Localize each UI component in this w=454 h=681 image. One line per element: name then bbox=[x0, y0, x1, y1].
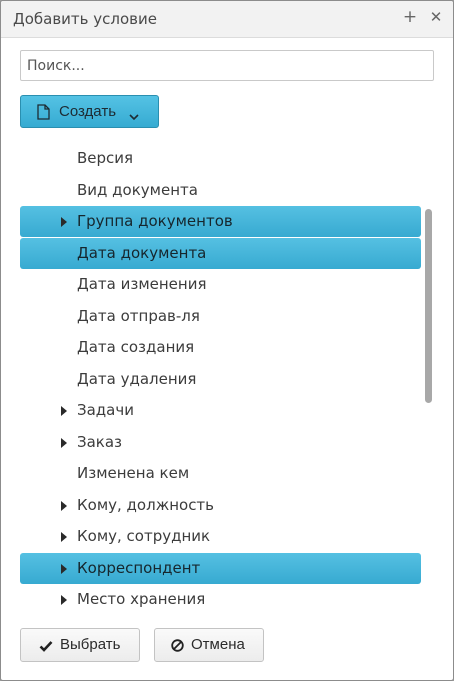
list-item-label: Место хранения bbox=[77, 590, 206, 608]
expand-caret-icon[interactable] bbox=[61, 437, 67, 448]
cancel-button[interactable]: Отмена bbox=[154, 628, 264, 662]
list-item-label: Кому, должность bbox=[77, 495, 215, 514]
create-button-label: Создать bbox=[59, 103, 117, 120]
chevron-down-icon bbox=[129, 108, 139, 125]
expand-caret-icon[interactable] bbox=[61, 532, 67, 542]
list-item-label: Вид документа bbox=[77, 180, 198, 199]
expand-caret-icon[interactable] bbox=[61, 406, 67, 416]
list-item-label: Дата удаления bbox=[77, 369, 197, 388]
list-item-label: Группа документов bbox=[77, 212, 233, 230]
field-list: Версия Вид документа Группа документов Дата… bbox=[20, 143, 422, 615]
list-item[interactable]: Место хранения bbox=[20, 584, 421, 615]
list-item-label: Дата документа bbox=[77, 243, 207, 262]
expand-caret-icon[interactable] bbox=[61, 500, 67, 511]
expand-caret-icon[interactable] bbox=[61, 563, 67, 574]
list-item[interactable]: Кому, сотрудник bbox=[20, 521, 421, 552]
list-item[interactable]: Дата документа bbox=[20, 237, 421, 269]
search-input[interactable] bbox=[20, 50, 434, 81]
expand-caret-icon[interactable] bbox=[61, 217, 67, 227]
list-item-label: Заказ bbox=[77, 432, 123, 451]
list-item-label: Версия bbox=[77, 149, 134, 167]
dialog-title: Добавить условие bbox=[13, 10, 157, 28]
list-item[interactable]: Вид документа bbox=[20, 175, 421, 206]
list-item[interactable]: Изменена кем bbox=[20, 458, 421, 489]
list-item[interactable]: Задачи bbox=[20, 395, 421, 426]
list-scrollbar[interactable] bbox=[425, 209, 432, 403]
check-icon bbox=[39, 639, 53, 656]
cancel-button-label: Отмена bbox=[191, 636, 245, 653]
list-item[interactable]: Дата создания bbox=[20, 332, 421, 363]
list-item[interactable]: Группа документов bbox=[20, 206, 421, 237]
add-condition-dialog: Добавить условие + ✕ Создать Версия Вид д… bbox=[0, 0, 454, 681]
list-item-label: Дата изменения bbox=[77, 275, 207, 293]
cancel-icon bbox=[171, 639, 184, 656]
dialog-titlebar: Добавить условие + ✕ bbox=[1, 1, 453, 38]
list-item-label: Изменена кем bbox=[77, 464, 190, 482]
list-item[interactable]: Версия bbox=[20, 143, 421, 174]
list-item-label: Дата отправ-ля bbox=[77, 306, 200, 325]
list-item[interactable]: Кому, должность bbox=[20, 490, 421, 521]
list-item-label: Корреспондент bbox=[77, 558, 201, 577]
expand-caret-icon[interactable] bbox=[61, 595, 67, 605]
list-item[interactable]: Дата удаления bbox=[20, 364, 421, 395]
select-button-label: Выбрать bbox=[60, 636, 121, 653]
list-item[interactable]: Дата отправ-ля bbox=[20, 301, 421, 332]
select-button[interactable]: Выбрать bbox=[20, 628, 140, 662]
list-item[interactable]: Заказ bbox=[20, 427, 421, 458]
list-item-label: Задачи bbox=[77, 401, 134, 419]
document-icon bbox=[37, 104, 50, 124]
list-item-label: Дата создания bbox=[77, 338, 195, 356]
close-icon[interactable]: ✕ bbox=[425, 6, 447, 28]
create-button[interactable]: Создать bbox=[20, 95, 159, 128]
list-item[interactable]: Корреспондент bbox=[20, 552, 421, 584]
plus-icon[interactable]: + bbox=[399, 6, 421, 28]
list-item[interactable]: Дата изменения bbox=[20, 269, 421, 300]
list-item-label: Кому, сотрудник bbox=[77, 527, 211, 545]
